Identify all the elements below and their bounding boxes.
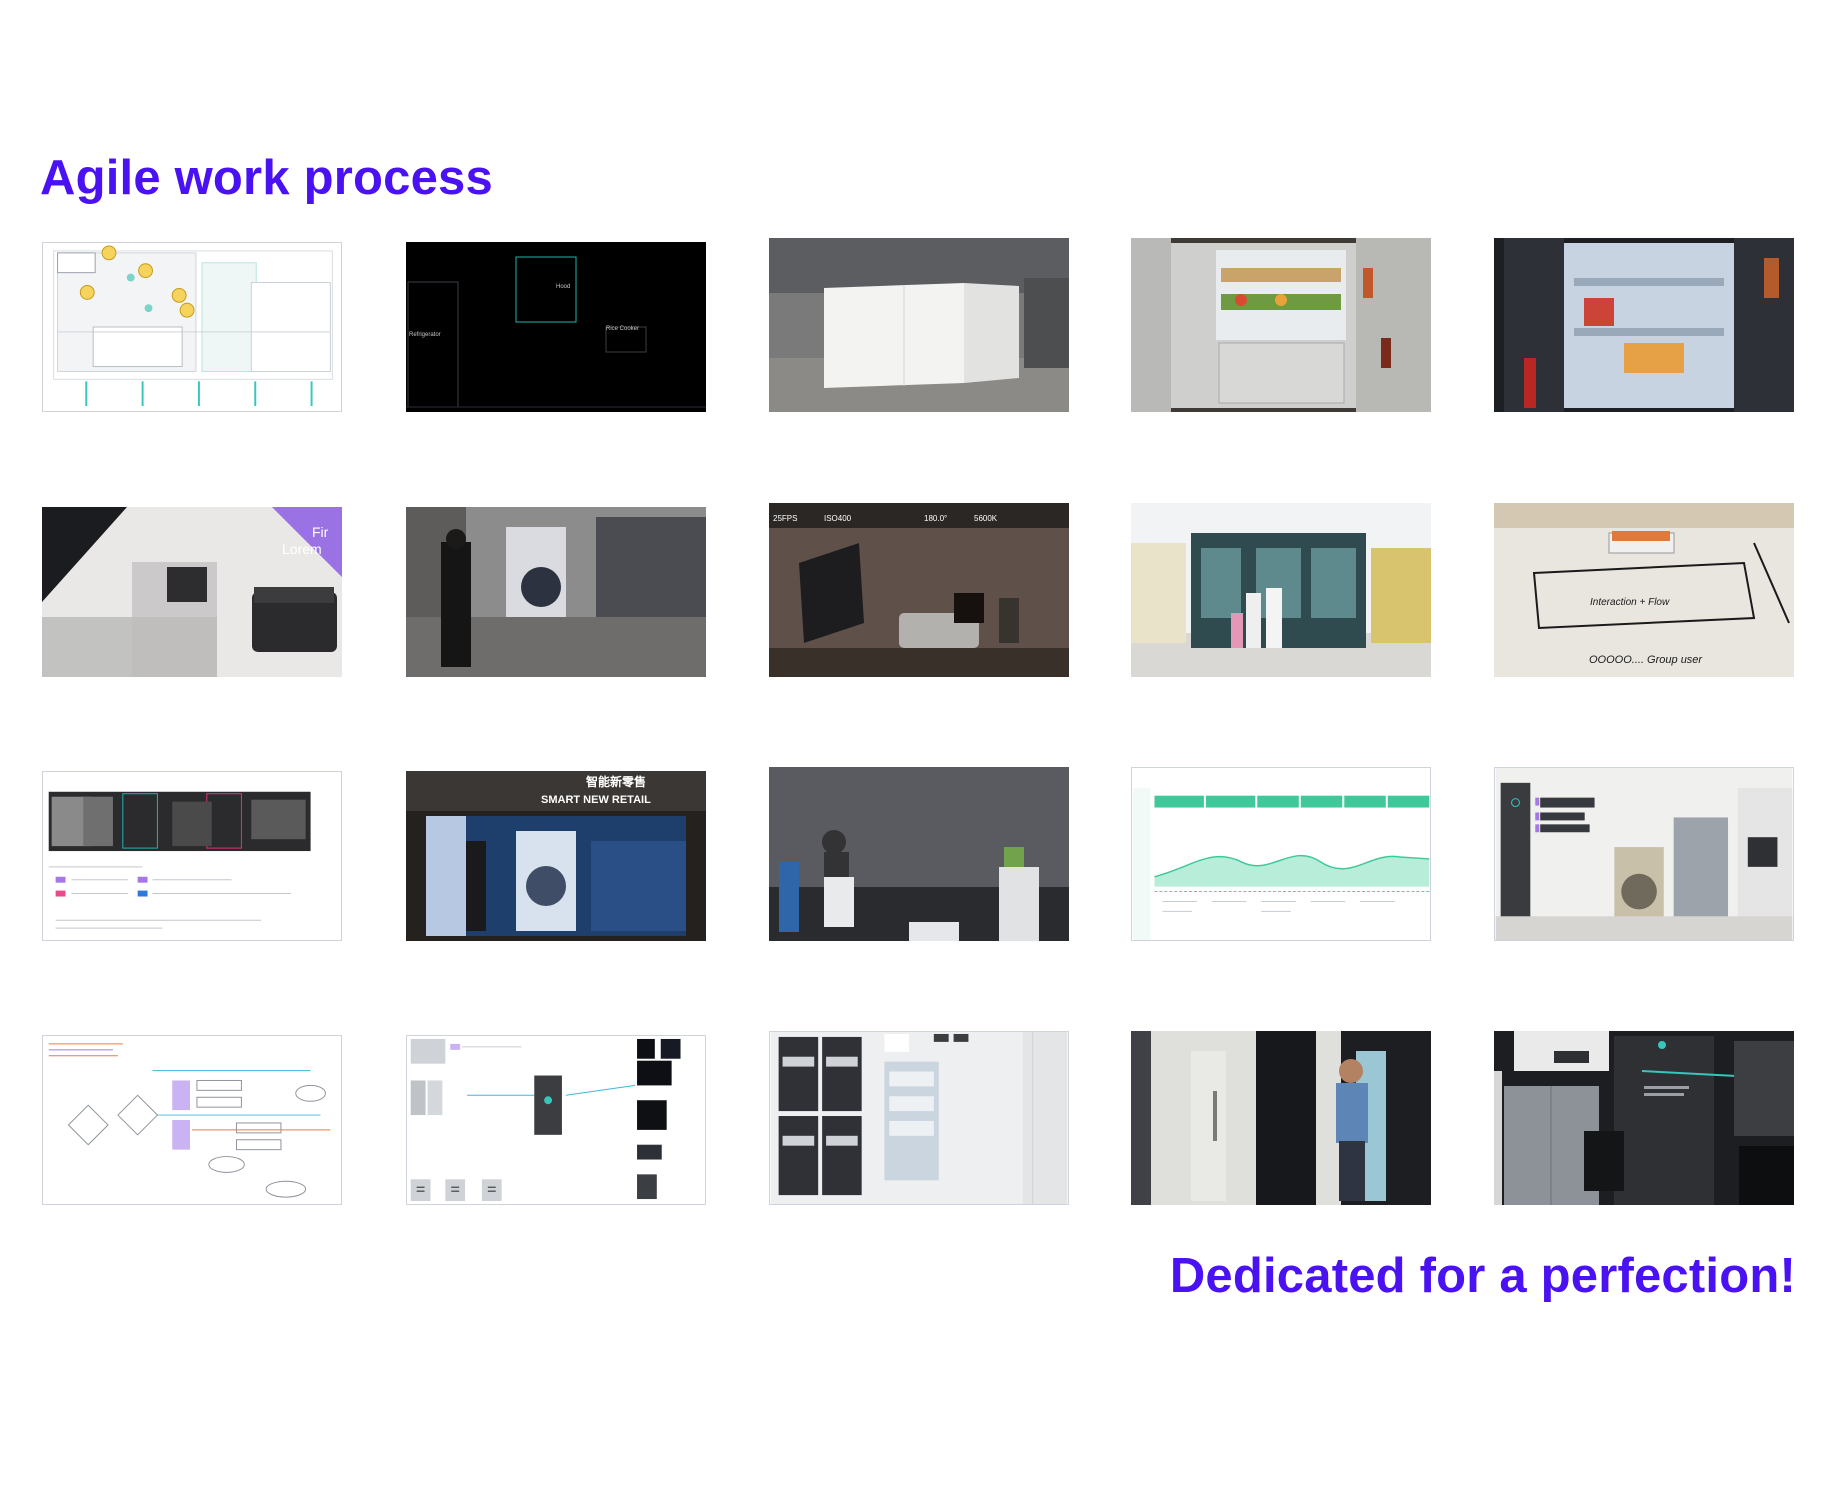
thumbnail-showroom-visitor-photo	[406, 507, 706, 677]
thumbnail-journey-map	[1131, 767, 1431, 941]
thumbnail-person-with-fridge-photo	[1131, 1031, 1431, 1205]
thumbnail-smart-retail-storefront: 智能新零售 SMART NEW RETAIL	[406, 771, 706, 941]
thumbnail-open-fridge-photo	[1131, 238, 1431, 412]
fir-text: Fir	[312, 524, 329, 540]
refrigerator-label: Refrigerator	[409, 332, 441, 338]
chinese-signage: 智能新零售	[585, 774, 646, 789]
tagline: Dedicated for a perfection!	[1169, 1249, 1796, 1303]
thumbnail-storyboard-board	[42, 771, 342, 941]
thumbnail-kitchen-render	[1494, 767, 1794, 941]
thumbnail-flowchart	[42, 1035, 342, 1205]
thumbnail-appliance-wireframe: Refrigerator Hood Rice Cooker	[406, 242, 706, 412]
thumbnail-ui-overlay-render: Fir Lorem	[42, 507, 342, 677]
thumbnail-retail-display-photo	[1131, 503, 1431, 677]
kelvin-readout: 5600K	[974, 514, 998, 523]
thumbnail-dark-fridge-ui-render	[1494, 1031, 1794, 1205]
thumbnail-room-mockup-photo	[769, 238, 1069, 412]
thumbnail-floorplan-sketch	[42, 242, 342, 412]
smart-new-retail-signage: SMART NEW RETAIL	[541, 794, 651, 806]
interaction-flow-text: Interaction + Flow	[1590, 597, 1670, 608]
hood-label: Hood	[556, 284, 570, 290]
thumbnail-ui-wireframes	[769, 1031, 1069, 1205]
shutter-readout: 180.0°	[924, 514, 947, 523]
thumbnail-interaction-sketch: Interaction + Flow OOOOO.... Group user	[1494, 503, 1794, 677]
lorem-text: Lorem	[282, 541, 322, 557]
rice-cooker-label: Rice Cooker	[606, 326, 639, 332]
thumbnail-fridge-interior-photo	[1494, 238, 1794, 412]
thumbnail-wireframe-flow	[406, 1035, 706, 1205]
thumbnail-interactive-screen-photo	[769, 767, 1069, 941]
group-user-text: OOOOO.... Group user	[1589, 654, 1703, 666]
iso-readout: ISO400	[824, 514, 852, 523]
fps-readout: 25FPS	[773, 514, 797, 523]
thumbnail-kitchen-video-frame: 25FPS ISO400 180.0° 5600K	[769, 503, 1069, 677]
